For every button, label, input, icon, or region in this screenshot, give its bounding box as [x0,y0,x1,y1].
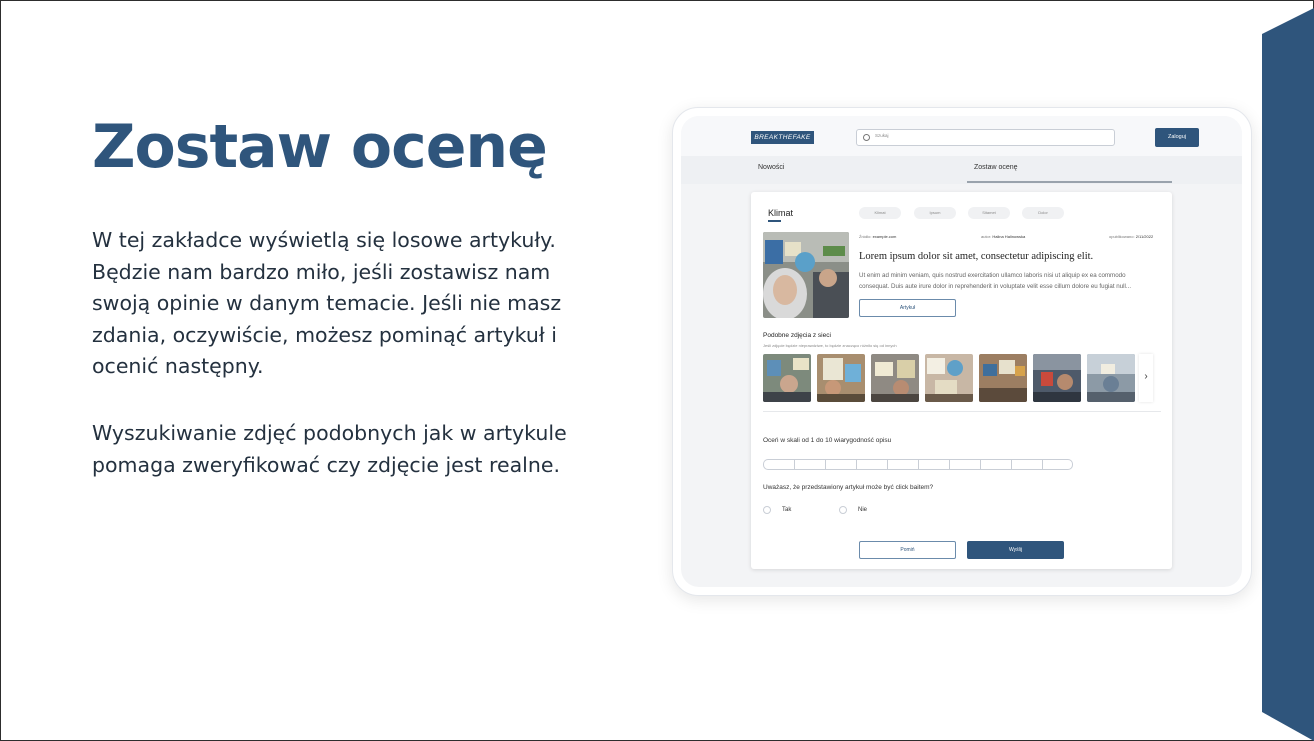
rating-option[interactable] [918,459,949,470]
similar-photos-subtitle: Jeśli zdjęcie będzie nieprawdziwe, to bę… [763,343,897,348]
send-button[interactable]: Wyślij [967,541,1064,559]
source-link[interactable]: example.com [873,234,897,239]
radio-no-label: Nie [858,507,868,513]
article-button[interactable]: Artykuł [859,299,956,317]
similar-photo[interactable] [763,354,811,402]
category-title: Klimat [768,208,794,218]
author-name: Halina Halinowska [992,234,1026,239]
rating-option[interactable] [825,459,856,470]
active-tab-indicator [967,181,1172,183]
intro-line: zdania, oczywiście, możesz pominąć artyk… [92,322,557,347]
rating-option[interactable] [980,459,1011,470]
rating-option[interactable] [856,459,887,470]
date-label: opublikowano: [1109,234,1135,239]
search-info-paragraph: Wyszukiwanie zdjęć podobnych jak w artyk… [92,418,582,481]
login-button[interactable]: Zaloguj [1155,128,1199,147]
excerpt-line: consequat. Duis aute irure dolor in repr… [859,283,1132,290]
similar-photo[interactable] [1087,354,1135,402]
radio-yes[interactable] [763,506,771,514]
similar-photo[interactable] [871,354,919,402]
article-card: Klimat Klimat Ipsum Sitamet Dolor Źródło… [751,192,1172,569]
excerpt-line: Ut enim ad minim veniam, quis nostrud ex… [859,272,1126,279]
similar-photo[interactable] [925,354,973,402]
tab-bar: Nowości Zostaw ocenę [681,156,1242,184]
info-line: pomaga zweryfikować czy zdjęcie jest rea… [92,452,560,477]
clickbait-question: Uważasz, że przedstawiony artykuł może b… [763,484,934,491]
similar-photo[interactable] [979,354,1027,402]
article-author: autor: Halina Halinowska [981,234,1025,239]
search-icon [863,134,870,141]
rating-option[interactable] [1011,459,1042,470]
app-header: BREAKTHEFAKE Szukaj Zaloguj [681,116,1242,156]
slide-title: Zostaw ocenę [92,112,548,182]
intro-line: Będzie nam bardzo miło, jeśli zostawisz … [92,259,551,284]
tab-rate[interactable]: Zostaw ocenę [974,164,1018,171]
rating-scale [763,459,1073,470]
search-input[interactable]: Szukaj [856,129,1115,146]
rating-option[interactable] [887,459,918,470]
intro-line: W tej zakładce wyświetlą się losowe arty… [92,228,556,252]
app-logo[interactable]: BREAKTHEFAKE [751,131,814,144]
tab-news[interactable]: Nowości [758,164,784,171]
category-underline [768,220,781,222]
intro-line: swoją opinie w danym temacie. Jeśli nie … [92,291,562,315]
radio-no[interactable] [839,506,847,514]
author-label: autor: [981,234,992,239]
intro-line: ocenić następny. [92,354,264,378]
article-photo [763,232,849,318]
similar-photo[interactable] [1033,354,1081,402]
tag-chip[interactable]: Klimat [859,207,901,219]
tag-chip[interactable]: Ipsum [914,207,956,219]
decorative-blue-strip [1262,8,1314,741]
source-label: Źródło: [859,234,872,239]
article-excerpt: Ut enim ad minim veniam, quis nostrud ex… [859,270,1161,292]
similar-photos-title: Podobne zdjęcia z sieci [763,332,831,339]
similar-photo[interactable] [817,354,865,402]
rating-option[interactable] [763,459,794,470]
rating-option[interactable] [794,459,825,470]
app-screenshot: BREAKTHEFAKE Szukaj Zaloguj Nowości Zost… [681,116,1242,587]
radio-yes-label: Tak [782,507,792,513]
rating-question: Oceń w skali od 1 do 10 wiarygodność opi… [763,437,892,444]
tag-chip[interactable]: Dolor [1022,207,1064,219]
search-placeholder: Szukaj [875,133,889,138]
article-source: Źródło: example.com [859,234,896,239]
tag-chip[interactable]: Sitamet [968,207,1010,219]
info-line: Wyszukiwanie zdjęć podobnych jak w artyk… [92,421,567,445]
rating-option[interactable] [1042,459,1073,470]
section-divider [763,411,1161,412]
chevron-right-icon[interactable]: › [1139,354,1153,402]
date-value: 2/11/2022 [1135,234,1154,239]
skip-button[interactable]: Pomiń [859,541,956,559]
article-title: Lorem ipsum dolor sit amet, consectetur … [859,251,1094,262]
article-date: opublikowano: 2/11/2022 [1109,234,1153,239]
rating-option[interactable] [949,459,980,470]
intro-paragraph: W tej zakładce wyświetlą się losowe arty… [92,225,582,383]
